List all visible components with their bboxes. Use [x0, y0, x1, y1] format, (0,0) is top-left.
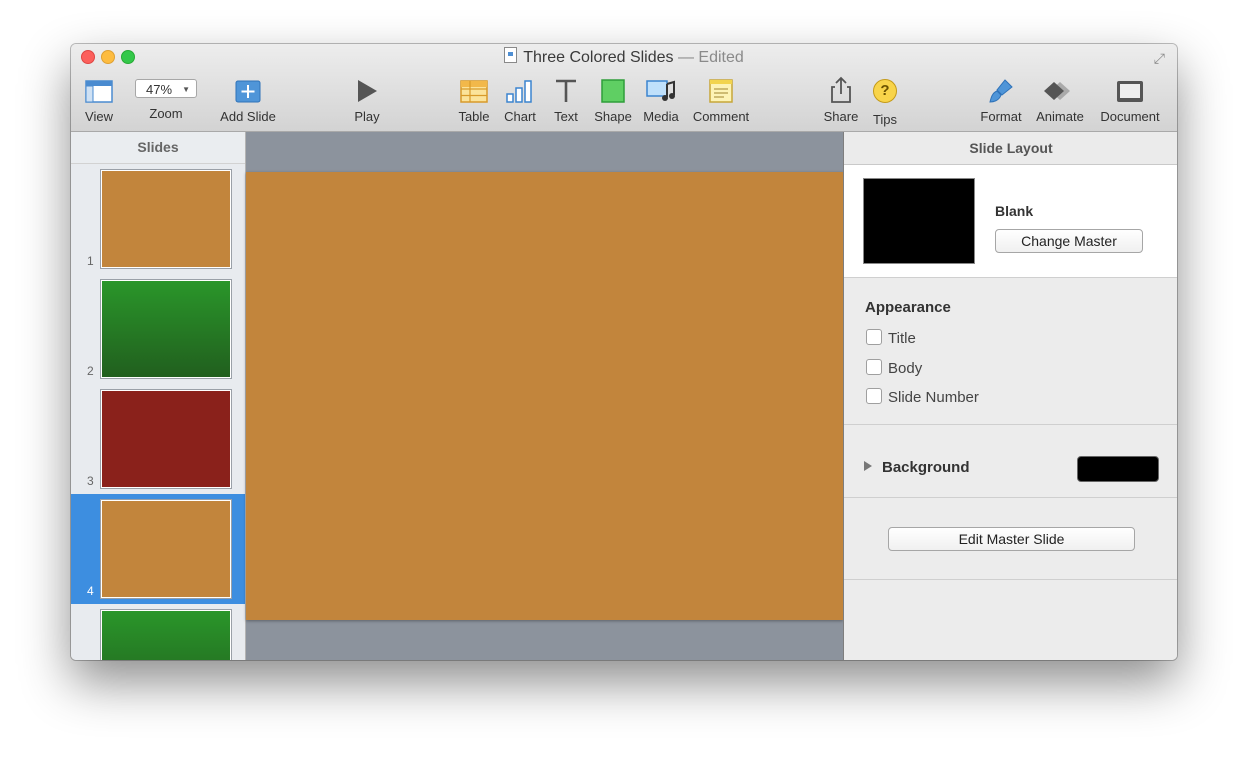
background-disclosure[interactable]: Background	[864, 459, 970, 476]
document-label: Document	[1100, 109, 1160, 124]
slide-navigator: Slides 1 2 3 4	[71, 132, 246, 660]
animate-button[interactable]: Animate	[1033, 76, 1087, 124]
chevron-down-icon: ▼	[182, 85, 190, 94]
text-icon	[550, 76, 582, 106]
animate-icon	[1033, 76, 1087, 106]
zoom-value: 47%	[146, 82, 173, 97]
background-color-well[interactable]	[1077, 456, 1159, 482]
share-icon	[821, 76, 861, 106]
divider	[844, 497, 1177, 498]
slides-header: Slides	[71, 132, 245, 164]
share-label: Share	[823, 109, 859, 124]
body-option[interactable]: Body	[866, 359, 922, 377]
slide-thumbnail[interactable]	[101, 610, 231, 660]
title-option[interactable]: Title	[866, 329, 916, 347]
slide-thumbnail-row[interactable]: 1	[71, 164, 245, 274]
inspector-panel: Slide Layout Blank Change Master Appeara…	[843, 132, 1177, 660]
format-button[interactable]: Format	[977, 76, 1025, 124]
slide-number-checkbox[interactable]	[866, 388, 882, 404]
tips-button[interactable]: ? Tips	[869, 76, 901, 127]
title-checkbox[interactable]	[866, 329, 882, 345]
tips-icon: ?	[869, 79, 901, 109]
slide-canvas[interactable]	[246, 132, 843, 660]
edited-status: — Edited	[677, 49, 744, 66]
master-thumbnail[interactable]	[864, 179, 974, 263]
title-option-label: Title	[888, 330, 916, 347]
divider	[844, 424, 1177, 425]
question-mark-glyph: ?	[873, 79, 897, 103]
divider	[844, 579, 1177, 580]
paintbrush-icon	[977, 76, 1025, 106]
slide-thumbnail[interactable]	[101, 170, 231, 268]
body-option-label: Body	[888, 360, 923, 377]
title-toolbar: Three Colored Slides — Edited ⤢ View 47%…	[71, 44, 1177, 132]
slide-layout-header: Slide Layout	[844, 132, 1177, 165]
slide-thumbnail-row[interactable]: 4	[71, 494, 245, 604]
view-icon	[81, 76, 117, 106]
add-slide-button[interactable]: Add Slide	[217, 76, 279, 124]
table-button[interactable]: Table	[456, 76, 492, 124]
document-title: Three Colored Slides	[523, 49, 674, 66]
slide-number-option[interactable]: Slide Number	[866, 388, 979, 406]
table-icon	[456, 76, 492, 106]
animate-label: Animate	[1036, 109, 1084, 124]
zoom-control[interactable]: 47% ▼ Zoom	[133, 76, 199, 121]
table-label: Table	[458, 109, 490, 124]
change-master-button[interactable]: Change Master	[995, 229, 1143, 253]
current-slide[interactable]	[246, 172, 843, 620]
comment-label: Comment	[692, 109, 750, 124]
keynote-document-icon	[504, 47, 518, 63]
text-label: Text	[554, 109, 578, 124]
view-label: View	[85, 109, 113, 124]
chart-button[interactable]: Chart	[502, 76, 538, 124]
chart-icon	[502, 76, 538, 106]
slide-number: 1	[87, 254, 94, 268]
zoom-select[interactable]: 47% ▼	[135, 79, 197, 98]
shape-icon	[593, 76, 633, 106]
shape-button[interactable]: Shape	[593, 76, 633, 124]
slide-thumbnail[interactable]	[101, 280, 231, 378]
comment-icon	[691, 76, 751, 106]
slide-thumbnail-row[interactable]: 3	[71, 384, 245, 494]
play-label: Play	[354, 109, 380, 124]
window-title: Three Colored Slides — Edited	[71, 47, 1177, 67]
slide-thumbnail[interactable]	[101, 390, 231, 488]
format-label: Format	[980, 109, 1022, 124]
edit-master-slide-button[interactable]: Edit Master Slide	[888, 527, 1135, 551]
text-button[interactable]: Text	[550, 76, 582, 124]
slide-number: 3	[87, 474, 94, 488]
zoom-label: Zoom	[149, 106, 183, 121]
play-button[interactable]: Play	[351, 76, 383, 124]
document-icon	[1097, 76, 1163, 106]
appearance-title: Appearance	[865, 299, 951, 316]
chart-label: Chart	[504, 109, 536, 124]
shape-label: Shape	[594, 109, 632, 124]
master-section: Blank Change Master	[844, 165, 1177, 278]
media-label: Media	[643, 109, 679, 124]
keynote-window: Three Colored Slides — Edited ⤢ View 47%…	[71, 44, 1177, 660]
view-button[interactable]: View	[81, 76, 117, 124]
slide-thumbnail-row[interactable]	[71, 604, 245, 660]
slide-number-option-label: Slide Number	[888, 389, 979, 406]
document-button[interactable]: Document	[1097, 76, 1163, 124]
share-button[interactable]: Share	[821, 76, 861, 124]
media-button[interactable]: Media	[641, 76, 681, 124]
disclosure-triangle-icon	[864, 461, 872, 471]
add-slide-label: Add Slide	[220, 109, 276, 124]
media-icon	[641, 76, 681, 106]
slide-number: 2	[87, 364, 94, 378]
tips-label: Tips	[872, 112, 898, 127]
background-label: Background	[882, 459, 970, 476]
comment-button[interactable]: Comment	[691, 76, 751, 124]
play-icon	[351, 76, 383, 106]
slide-thumbnail[interactable]	[101, 500, 231, 598]
slide-thumbnail-row[interactable]: 2	[71, 274, 245, 384]
fullscreen-icon[interactable]: ⤢	[1154, 50, 1165, 67]
add-slide-icon	[217, 76, 279, 106]
master-name: Blank	[995, 203, 1034, 219]
body-checkbox[interactable]	[866, 359, 882, 375]
slide-number: 4	[87, 584, 94, 598]
